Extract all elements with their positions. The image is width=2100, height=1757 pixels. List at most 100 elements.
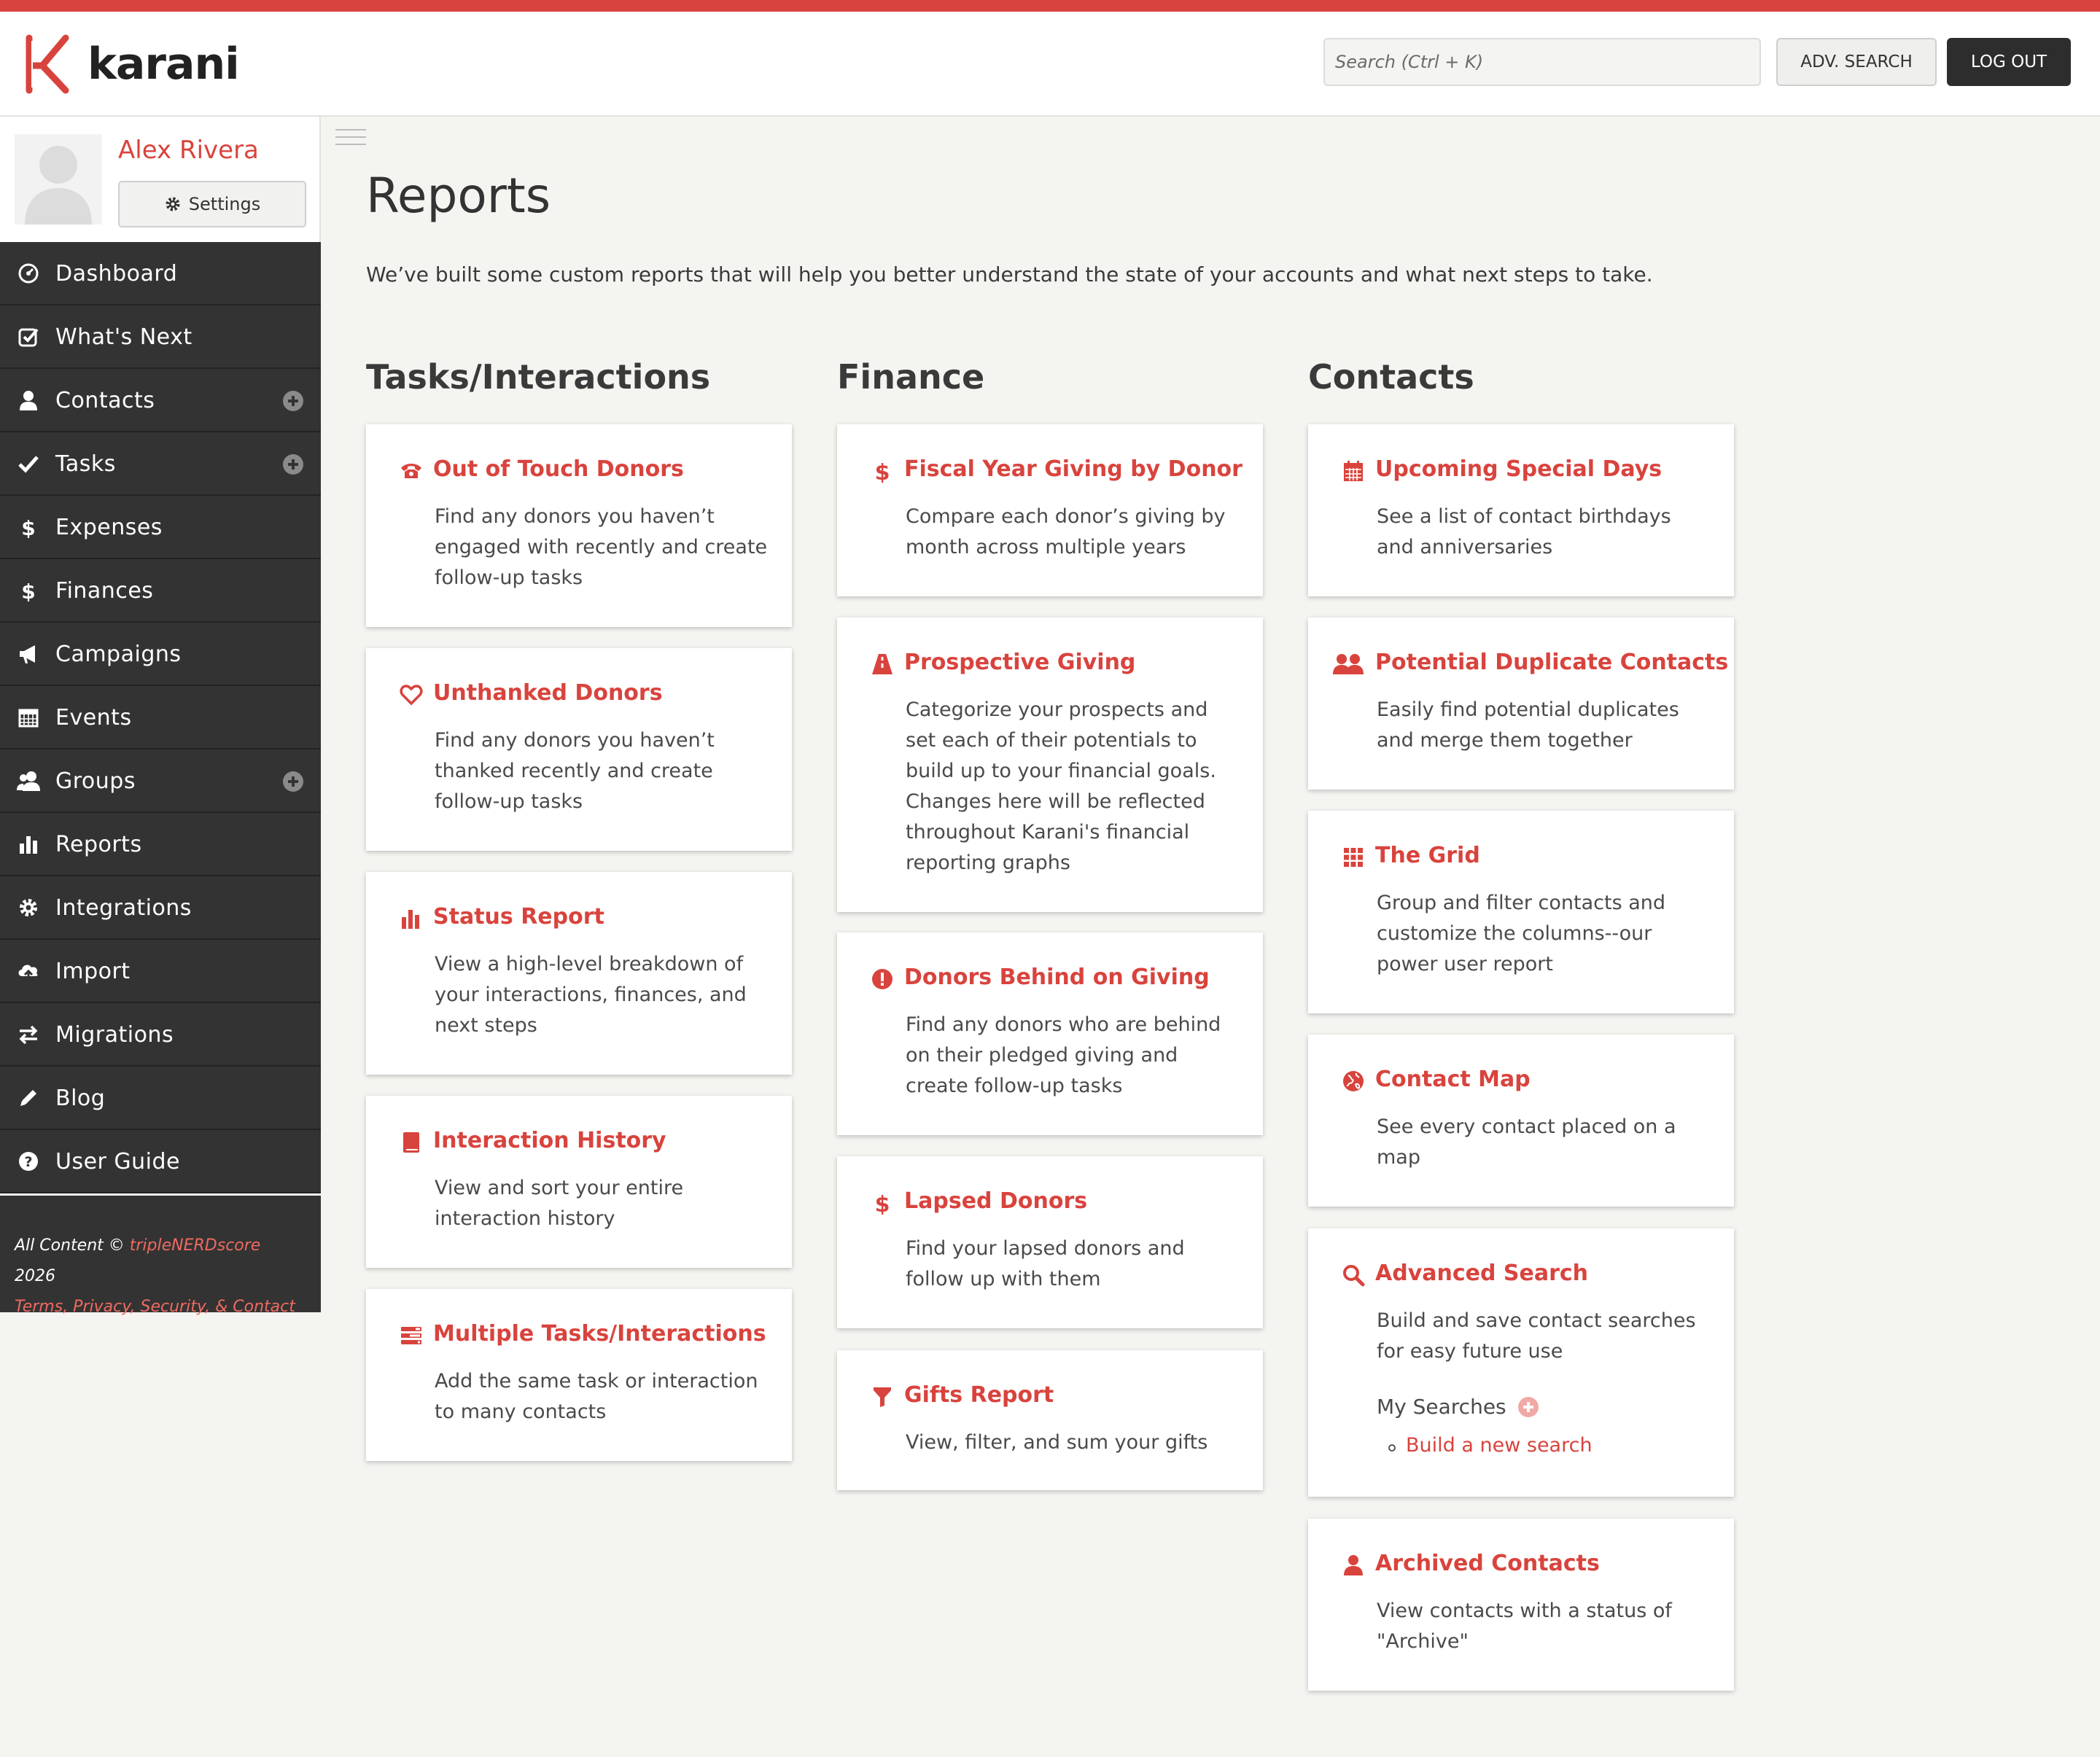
profile-name[interactable]: Alex Rivera — [118, 136, 259, 165]
sidebar-footer: All Content © tripleNERDscore 2026 Terms… — [0, 1196, 321, 1316]
avatar[interactable] — [15, 134, 102, 225]
report-card-special-days[interactable]: Upcoming Special Days See a list of cont… — [1308, 424, 1734, 596]
sidebar-item-tasks[interactable]: Tasks — [0, 432, 321, 496]
card-title[interactable]: Donors Behind on Giving — [904, 965, 1210, 990]
sidebar-item-blog[interactable]: Blog — [0, 1067, 321, 1130]
page-intro: We’ve built some custom reports that wil… — [366, 262, 1653, 287]
card-description: Group and filter contacts and customize … — [1377, 892, 1666, 975]
sidebar-item-label: Contacts — [55, 388, 155, 413]
search-input[interactable] — [1323, 38, 1761, 86]
card-description: View and sort your entire interaction hi… — [435, 1177, 684, 1230]
card-title[interactable]: Prospective Giving — [904, 650, 1135, 675]
sidebar-item-label: Import — [55, 959, 131, 984]
add-search-icon[interactable] — [1517, 1396, 1539, 1417]
top-accent-bar — [0, 0, 2100, 12]
users-icon — [16, 768, 41, 793]
user-icon — [1344, 1555, 1363, 1575]
card-title[interactable]: Lapsed Donors — [904, 1188, 1087, 1214]
my-searches-label: My Searches — [1377, 1395, 1506, 1419]
sidebar-item-import[interactable]: Import — [0, 940, 321, 1003]
list-bullet — [1388, 1444, 1396, 1452]
logout-button[interactable]: LOG OUT — [1947, 38, 2071, 86]
card-title[interactable]: Contact Map — [1375, 1067, 1531, 1092]
sidebar-item-events[interactable]: Events — [0, 686, 321, 749]
card-title[interactable]: Upcoming Special Days — [1375, 456, 1662, 482]
column-heading-tasks: Tasks/Interactions — [366, 357, 711, 397]
footer-company-link[interactable]: tripleNERDscore — [130, 1236, 261, 1255]
report-card-donors-behind[interactable]: Donors Behind on Giving Find any donors … — [837, 932, 1263, 1135]
sidebar-item-label: Dashboard — [55, 261, 178, 287]
card-title[interactable]: Out of Touch Donors — [433, 456, 684, 482]
card-title[interactable]: Archived Contacts — [1375, 1551, 1600, 1576]
sidebar-nav: Dashboard What's Next Contacts Tasks $ E… — [0, 242, 321, 1193]
card-title[interactable]: Status Report — [433, 904, 604, 930]
sidebar-item-user-guide[interactable]: ? User Guide — [0, 1130, 321, 1193]
book-icon — [403, 1132, 419, 1153]
adv-search-button[interactable]: ADV. SEARCH — [1776, 38, 1937, 86]
svg-text:$: $ — [875, 1192, 890, 1215]
settings-label: Settings — [188, 194, 261, 214]
sidebar-item-label: Events — [55, 705, 132, 731]
sidebar-item-reports[interactable]: Reports — [0, 813, 321, 876]
card-description: Add the same task or interaction to many… — [435, 1370, 758, 1423]
report-card-prospective-giving[interactable]: Prospective Giving Categorize your prosp… — [837, 618, 1263, 912]
report-card-lapsed-donors[interactable]: $ Lapsed Donors Find your lapsed donors … — [837, 1156, 1263, 1328]
sidebar-item-contacts[interactable]: Contacts — [0, 369, 321, 432]
sidebar-item-whats-next[interactable]: What's Next — [0, 305, 321, 369]
add-contact-icon[interactable] — [283, 391, 303, 411]
report-card-archived-contacts[interactable]: Archived Contacts View contacts with a s… — [1308, 1519, 1734, 1691]
my-searches: My Searches — [1377, 1395, 1539, 1419]
dashboard-icon — [16, 261, 41, 286]
sidebar-item-dashboard[interactable]: Dashboard — [0, 242, 321, 305]
users-icon — [1333, 654, 1364, 674]
report-card-the-grid[interactable]: The Grid Group and filter contacts and c… — [1308, 811, 1734, 1013]
svg-text:$: $ — [21, 516, 35, 538]
build-new-search-link[interactable]: Build a new search — [1406, 1434, 1592, 1457]
sidebar-item-campaigns[interactable]: Campaigns — [0, 623, 321, 686]
card-title[interactable]: Fiscal Year Giving by Donor — [904, 456, 1242, 482]
card-title[interactable]: Gifts Report — [904, 1382, 1054, 1408]
report-card-multiple-tasks[interactable]: Multiple Tasks/Interactions Add the same… — [366, 1289, 792, 1461]
profile-panel: Alex Rivera Settings — [0, 117, 321, 242]
road-icon — [872, 654, 892, 674]
report-card-status[interactable]: Status Report View a high-level breakdow… — [366, 872, 792, 1075]
check-square-icon — [16, 324, 41, 349]
report-card-gifts[interactable]: Gifts Report View, filter, and sum your … — [837, 1350, 1263, 1490]
karani-logo[interactable]: karani — [23, 34, 240, 95]
report-card-unthanked[interactable]: Unthanked Donors Find any donors you hav… — [366, 648, 792, 851]
card-title[interactable]: The Grid — [1375, 843, 1480, 868]
report-card-fiscal-year[interactable]: $ Fiscal Year Giving by Donor Compare ea… — [837, 424, 1263, 596]
sidebar-item-expenses[interactable]: $ Expenses — [0, 496, 321, 559]
report-card-interaction-history[interactable]: Interaction History View and sort your e… — [366, 1096, 792, 1268]
sidebar-item-label: Campaigns — [55, 642, 182, 667]
tasks-icon — [401, 1327, 421, 1344]
exclamation-circle-icon — [872, 969, 892, 989]
report-card-advanced-search[interactable]: Advanced Search Build and save contact s… — [1308, 1228, 1734, 1497]
globe-icon — [1343, 1071, 1364, 1091]
sidebar-item-finances[interactable]: $ Finances — [0, 559, 321, 623]
sidebar-item-label: Reports — [55, 832, 142, 857]
card-title[interactable]: Multiple Tasks/Interactions — [433, 1321, 766, 1347]
add-task-icon[interactable] — [283, 454, 303, 475]
settings-button[interactable]: Settings — [118, 181, 306, 227]
card-title[interactable]: Potential Duplicate Contacts — [1375, 650, 1728, 675]
sidebar-item-label: What's Next — [55, 324, 192, 350]
report-card-duplicate-contacts[interactable]: Potential Duplicate Contacts Easily find… — [1308, 618, 1734, 790]
report-card-out-of-touch[interactable]: Out of Touch Donors Find any donors you … — [366, 424, 792, 627]
card-title[interactable]: Interaction History — [433, 1128, 666, 1153]
menu-toggle-icon[interactable] — [335, 128, 366, 146]
card-title[interactable]: Advanced Search — [1375, 1261, 1588, 1286]
card-title[interactable]: Unthanked Donors — [433, 680, 663, 706]
bar-chart-icon — [402, 910, 419, 929]
sidebar-item-migrations[interactable]: Migrations — [0, 1003, 321, 1067]
sidebar-item-integrations[interactable]: Integrations — [0, 876, 321, 940]
sidebar-item-label: Blog — [55, 1086, 106, 1111]
add-group-icon[interactable] — [283, 771, 303, 792]
footer-year: 2026 — [15, 1267, 55, 1285]
pencil-icon — [16, 1086, 41, 1110]
report-card-contact-map[interactable]: Contact Map See every contact placed on … — [1308, 1035, 1734, 1207]
sidebar-item-groups[interactable]: Groups — [0, 749, 321, 813]
gear-icon — [16, 895, 41, 920]
grid-icon — [1344, 848, 1363, 867]
footer-legal-links[interactable]: Terms, Privacy, Security, & Contact — [15, 1292, 306, 1322]
